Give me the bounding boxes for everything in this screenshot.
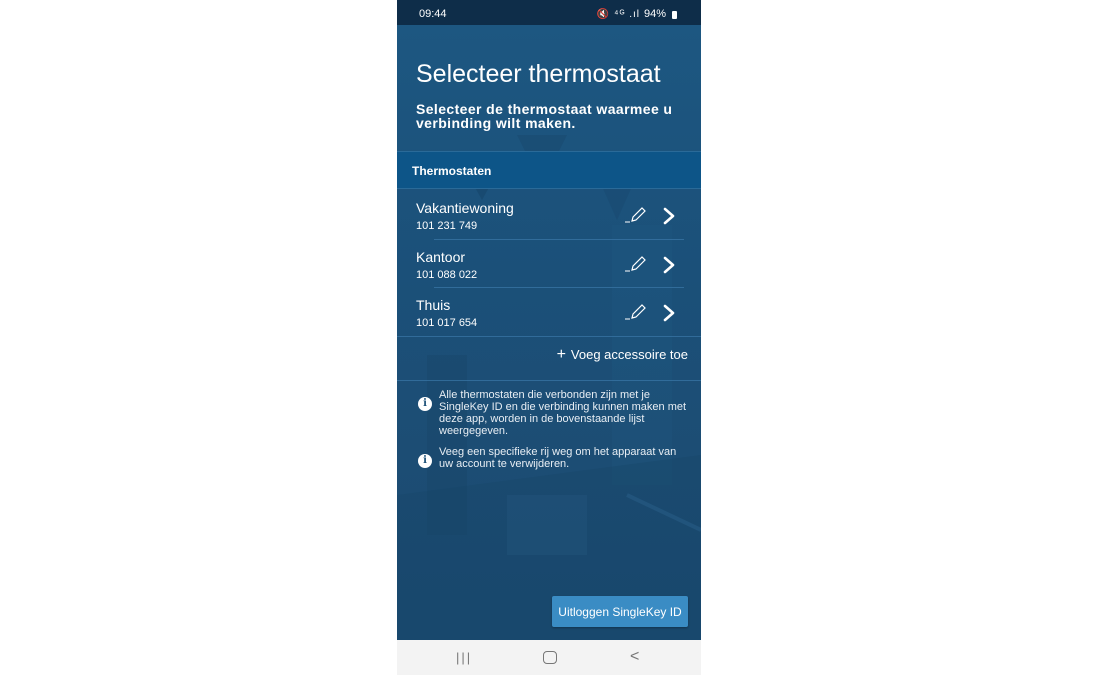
plus-icon: + [556, 346, 566, 363]
thermostat-id: 101 231 749 [416, 220, 478, 232]
page-subtitle: Selecteer de thermostaat waarmee u verbi… [416, 101, 673, 131]
status-time: 09:44 [419, 8, 447, 20]
status-bar: 09:44 🔇 ⁴ᴳ .ıl 94% [397, 0, 701, 25]
thermostats-section-header: Thermostaten [397, 151, 701, 189]
status-indicators: 🔇 ⁴ᴳ .ıl 94% [597, 8, 677, 20]
battery-icon [672, 11, 677, 19]
info-text: Veeg een specifieke rij weg om het appar… [439, 446, 677, 470]
edit-pencil-icon[interactable] [624, 207, 648, 223]
thermostat-id: 101 088 022 [416, 269, 478, 281]
recents-icon[interactable]: ||| [456, 650, 472, 665]
signal-icons: 🔇 ⁴ᴳ .ıl [596, 8, 640, 20]
back-icon[interactable]: < [630, 648, 639, 666]
thermostat-row-kantoor[interactable]: Kantoor 101 088 022 [397, 240, 701, 288]
battery-percentage: 94% [643, 8, 666, 20]
app-screen: Selecteer thermostaat Selecteer de therm… [397, 25, 701, 640]
info-icon: i [418, 454, 432, 468]
add-accessory-button[interactable]: + Voeg accessoire toe [556, 346, 688, 363]
thermostat-name: Kantoor [416, 249, 466, 265]
home-icon[interactable] [543, 651, 557, 664]
edit-pencil-icon[interactable] [624, 256, 648, 272]
thermostat-id: 101 017 654 [416, 317, 478, 329]
section-header-label: Thermostaten [412, 164, 492, 178]
accessory-divider [397, 380, 701, 381]
chevron-right-icon[interactable] [663, 207, 675, 225]
edit-pencil-icon[interactable] [624, 304, 648, 320]
thermostat-row-thuis[interactable]: Thuis 101 017 654 [397, 288, 701, 336]
add-accessory-label: Voeg accessoire toe [570, 347, 688, 362]
info-icon: i [418, 397, 432, 411]
thermostat-name: Thuis [416, 297, 451, 313]
logout-singlekey-button[interactable]: Uitloggen SingleKey ID [552, 596, 688, 627]
list-bottom-divider [397, 336, 701, 337]
phone-screen: 09:44 🔇 ⁴ᴳ .ıl 94% Selecteer thermostaat… [397, 0, 701, 675]
thermostat-name: Vakantiewoning [416, 200, 514, 216]
chevron-right-icon[interactable] [663, 304, 675, 322]
chevron-right-icon[interactable] [663, 256, 675, 274]
android-nav-bar: ||| < [397, 640, 701, 675]
info-text: Alle thermostaten die verbonden zijn met… [439, 389, 687, 437]
page-title: Selecteer thermostaat [416, 60, 661, 88]
thermostat-row-vakantiewoning[interactable]: Vakantiewoning 101 231 749 [397, 191, 701, 239]
